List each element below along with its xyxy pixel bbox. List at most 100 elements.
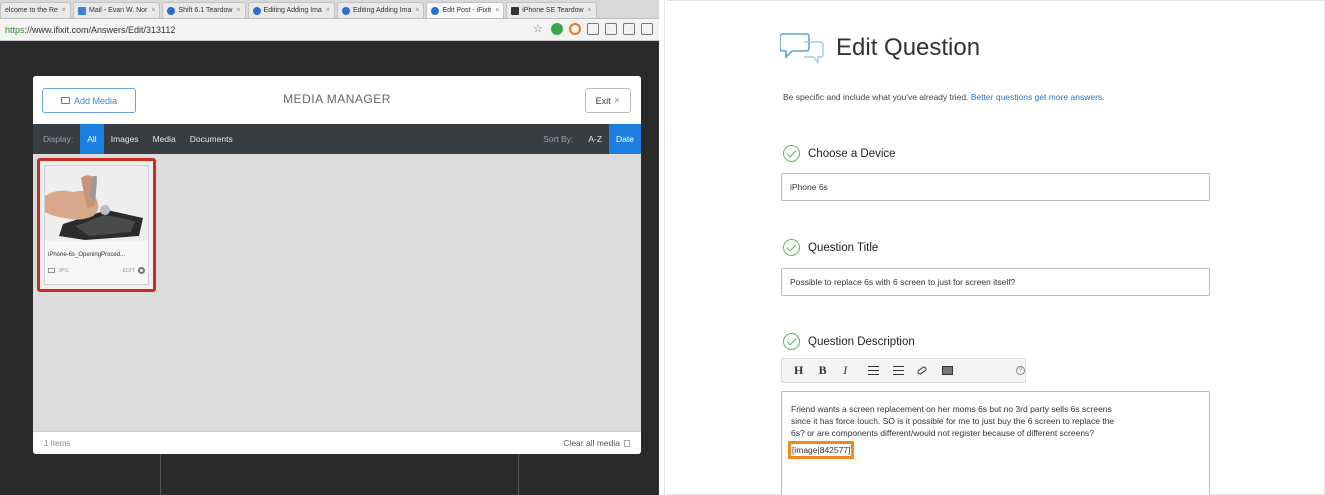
url-protocol: https xyxy=(5,24,25,35)
extension-icons: ☆ xyxy=(533,23,653,35)
media-thumbnail[interactable] xyxy=(45,166,148,241)
tab-close-icon[interactable]: × xyxy=(588,7,592,14)
tab-label: Editing Adding Ima xyxy=(353,7,412,14)
tab-label: Mail - Evan W. Nor xyxy=(89,7,148,14)
browser-tab[interactable]: Editing Adding Ima × xyxy=(337,2,425,18)
description-textarea[interactable]: Friend wants a screen replacement on her… xyxy=(781,391,1210,495)
hint-text: Be specific and include what you've alre… xyxy=(783,92,1105,102)
title-section-header: Question Title xyxy=(783,239,878,256)
tab-close-icon[interactable]: × xyxy=(151,7,155,14)
chat-bubbles-icon xyxy=(779,31,824,65)
browser-tab-active[interactable]: Edit Post - iFixit × xyxy=(426,2,505,18)
question-title-label: Question Title xyxy=(808,241,879,254)
browser-tab[interactable]: Shift 6.1 Teardow × xyxy=(162,2,246,18)
screenshot-root: elcome to the Re × Mail - Evan W. Nor × Sh… xyxy=(0,0,1325,495)
ifixit-icon xyxy=(252,6,261,15)
link-button[interactable] xyxy=(916,365,942,376)
check-circle-icon xyxy=(783,239,800,256)
sort-controls: Sort By: A-Z Date xyxy=(543,124,641,154)
browser-tab[interactable]: iPhone SE Teardow × xyxy=(506,2,597,18)
gear-icon xyxy=(138,267,145,274)
url-text[interactable]: https://www.ifixit.com/Answers/Edit/3131… xyxy=(5,25,175,35)
exit-button[interactable]: Exit ✕ xyxy=(585,88,631,113)
edit-label: EDIT xyxy=(122,267,135,274)
media-type-label: JPG xyxy=(58,267,69,274)
sort-date[interactable]: Date xyxy=(609,124,641,154)
italic-button[interactable]: I xyxy=(843,363,868,378)
media-item[interactable]: iPhone-6s_OpeningProced... JPG EDIT xyxy=(44,165,149,285)
description-line: Friend wants a screen replacement on her… xyxy=(791,404,1112,414)
media-item-edit[interactable]: EDIT xyxy=(122,267,145,274)
ifixit-icon xyxy=(511,6,520,15)
numbered-list-button[interactable] xyxy=(892,366,918,375)
clear-all-media-button[interactable]: Clear all media xyxy=(563,438,630,448)
extension-icon[interactable] xyxy=(623,23,635,35)
tab-close-icon[interactable]: × xyxy=(62,7,66,14)
filter-all[interactable]: All xyxy=(80,124,104,154)
tab-label: Edit Post - iFixit xyxy=(442,7,492,14)
media-item-type: JPG xyxy=(48,268,69,274)
media-manager-footer: 1 Items Clear all media xyxy=(33,431,641,454)
phone-opening-photo xyxy=(45,166,148,241)
bold-button[interactable]: B xyxy=(819,363,844,378)
tab-close-icon[interactable]: × xyxy=(495,7,499,14)
numbered-list-icon xyxy=(892,366,904,375)
display-label: Display: xyxy=(43,134,74,144)
device-label: Choose a Device xyxy=(808,147,896,160)
device-input[interactable]: iPhone 6s xyxy=(781,173,1210,201)
media-item-footer: JPG EDIT xyxy=(48,267,145,274)
filter-documents[interactable]: Documents xyxy=(183,124,240,154)
extension-icon[interactable] xyxy=(605,23,617,35)
menu-icon[interactable] xyxy=(641,23,653,35)
tab-label: Shift 6.1 Teardow xyxy=(178,7,233,14)
description-line: since it has force touch. SO is it possi… xyxy=(791,416,1115,427)
browser-tab[interactable]: Mail - Evan W. Nor × xyxy=(73,2,161,18)
exit-label: Exit xyxy=(595,95,611,106)
address-bar[interactable]: https://www.ifixit.com/Answers/Edit/3131… xyxy=(0,19,659,41)
page-title: Edit Question xyxy=(836,34,981,61)
editor-toolbar: H B I ? xyxy=(781,358,1026,383)
description-line: 6s? or are components different/would no… xyxy=(791,428,1095,439)
items-count: 1 Items xyxy=(44,438,71,448)
tab-label: Editing Adding Ima xyxy=(263,7,322,14)
edit-question-panel: Edit Question Be specific and include wh… xyxy=(667,0,1325,495)
bookmark-star-icon[interactable]: ☆ xyxy=(533,23,545,35)
description-section-header: Question Description xyxy=(783,333,915,350)
heading-button[interactable]: H xyxy=(794,363,819,378)
device-section-header: Choose a Device xyxy=(783,145,896,162)
better-questions-link[interactable]: Better questions get more answers. xyxy=(971,92,1105,102)
media-grid: iPhone-6s_OpeningProced... JPG EDIT xyxy=(33,154,641,431)
media-manager-header: Add Media MEDIA MANAGER Exit ✕ xyxy=(33,76,641,124)
tab-close-icon[interactable]: × xyxy=(415,7,419,14)
extension-icon[interactable] xyxy=(551,23,563,35)
ifixit-icon xyxy=(167,6,176,15)
bullet-list-button[interactable] xyxy=(867,366,893,375)
filter-media[interactable]: Media xyxy=(146,124,183,154)
extension-icon[interactable] xyxy=(587,23,599,35)
extension-icon[interactable] xyxy=(569,23,581,35)
check-circle-icon xyxy=(783,145,800,162)
sort-label: Sort By: xyxy=(543,134,574,144)
question-title-input[interactable]: Possible to replace 6s with 6 screen to … xyxy=(781,268,1210,296)
divider xyxy=(664,0,665,495)
sort-a-z[interactable]: A-Z xyxy=(581,124,609,154)
media-item-card[interactable]: iPhone-6s_OpeningProced... JPG EDIT xyxy=(37,158,156,292)
image-button[interactable] xyxy=(941,366,967,375)
page-header: Edit Question xyxy=(779,31,981,65)
tab-close-icon[interactable]: × xyxy=(326,7,330,14)
media-item-name: iPhone-6s_OpeningProced... xyxy=(48,252,126,258)
filter-images[interactable]: Images xyxy=(104,124,146,154)
browser-tab[interactable]: Editing Adding Ima × xyxy=(247,2,335,18)
browser-tab[interactable]: elcome to the Re × xyxy=(0,2,72,18)
link-icon xyxy=(916,365,928,376)
bullet-list-icon xyxy=(867,366,879,375)
close-icon: ✕ xyxy=(613,96,621,105)
help-icon[interactable]: ? xyxy=(1016,366,1025,375)
tab-close-icon[interactable]: × xyxy=(236,7,240,14)
ifixit-icon xyxy=(342,6,350,15)
filter-bar: Display: All Images Media Documents Sort… xyxy=(33,124,641,154)
browser-window: elcome to the Re × Mail - Evan W. Nor × Sh… xyxy=(0,0,659,495)
media-manager-modal: Add Media MEDIA MANAGER Exit ✕ Display: … xyxy=(33,76,641,454)
image-icon xyxy=(941,366,953,375)
trash-icon xyxy=(624,439,630,447)
